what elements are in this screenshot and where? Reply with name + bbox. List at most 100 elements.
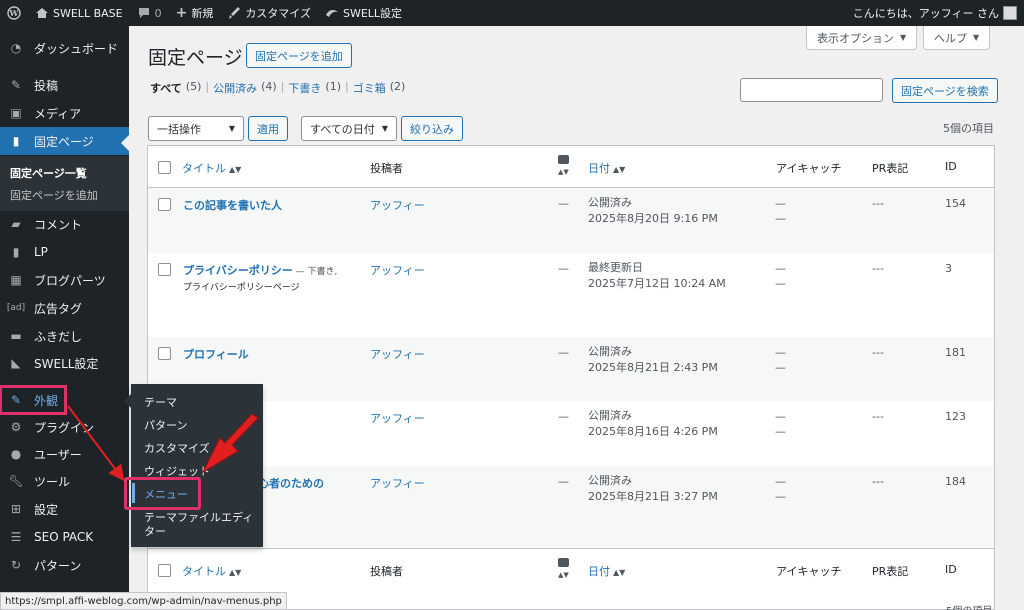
sidebar-item-label: SEO PACK [34,530,94,544]
filter-all[interactable]: すべて [150,80,182,96]
sidebar-item-label: ダッシュボード [34,41,119,56]
search-input[interactable] [740,78,883,102]
sidebar-item-plugins[interactable]: ⚙ プラグイン [0,413,129,441]
filter-draft[interactable]: 下書き [288,80,321,96]
submenu-add-page[interactable]: 固定ページを追加 [10,187,98,203]
submenu-all-pages[interactable]: 固定ページ一覧 [10,165,87,181]
row-author-link[interactable]: アッフィー [370,262,425,278]
search-pages-button[interactable]: 固定ページを検索 [892,78,998,103]
sidebar-item-seo-pack[interactable]: ☰ SEO PACK [0,523,129,551]
site-name-link[interactable]: SWELL BASE [28,0,130,26]
flyout-item-customize[interactable]: カスタマイズ [144,440,210,456]
sidebar-item-label: ブログパーツ [34,273,106,288]
sidebar-item-dashboard[interactable]: ◔ ダッシュボード [0,34,129,62]
row-title-link[interactable]: プライバシーポリシー — 下書き, [183,262,337,278]
caret-down-icon: ▼ [900,33,907,42]
help-button[interactable]: ヘルプ ▼ [923,26,991,50]
row-pr: --- [872,262,884,275]
new-content-link[interactable]: + 新規 [169,0,221,26]
row-title-link[interactable]: プロフィール [183,346,249,362]
row-comments: — [558,262,569,275]
sidebar-item-ad-tags[interactable]: [ad] 広告タグ [0,294,129,322]
row-checkbox[interactable] [158,347,171,360]
menu-highlight-box [124,477,201,510]
column-date-label: 日付 [588,162,610,175]
column-title-footer[interactable]: タイトル ▲▼ [182,563,241,579]
sidebar-item-swell-settings[interactable]: ◣ SWELL設定 [0,349,129,377]
filter-trash[interactable]: ゴミ箱 [353,80,386,96]
media-icon: ▣ [10,106,22,120]
select-all-checkbox-footer[interactable] [158,564,171,577]
sidebar-item-pages[interactable]: ▮ 固定ページ [0,127,129,155]
row-author-link[interactable]: アッフィー [370,197,425,213]
column-date-header[interactable]: 日付 ▲▼ [588,160,625,176]
column-date-footer[interactable]: 日付 ▲▼ [588,563,625,579]
row-eyecatch-2: — [775,425,786,438]
filter-published[interactable]: 公開済み [213,80,257,96]
filter-published-count: (4) [261,80,277,93]
row-author-link[interactable]: アッフィー [370,410,425,426]
sidebar-item-appearance[interactable]: ✎ 外観 [0,385,67,415]
row-author-link[interactable]: アッフィー [370,475,425,491]
table-row: プライバシーポリシー — 下書き, プライバシーポリシーページ アッフィー — … [148,253,994,337]
sidebar-item-label: コメント [34,217,83,232]
row-title-link[interactable]: 心者のための [258,475,324,491]
pages-table: タイトル ▲▼ 投稿者 ▲▼ 日付 ▲▼ アイキャッチ PR表記 ID この記事を書… [147,145,995,610]
select-all-checkbox[interactable] [158,161,171,174]
flyout-item-themes[interactable]: テーマ [144,394,177,410]
swell-settings-link[interactable]: SWELL設定 [318,0,409,26]
sidebar-item-label: 外観 [34,393,59,408]
comments-link[interactable]: 0 [130,0,169,26]
sidebar-item-blog-parts[interactable]: ▦ ブログパーツ [0,266,129,294]
row-eyecatch: — [775,346,786,359]
sidebar-item-label: ふきだし [34,329,83,344]
comments-column-icon[interactable] [558,558,569,567]
add-new-page-button[interactable]: 固定ページを追加 [246,43,352,68]
wrench-icon: 🔧︎ [8,474,24,488]
sidebar-item-balloons[interactable]: ▬ ふきだし [0,322,129,350]
sidebar-item-patterns[interactable]: ↻ パターン [0,551,129,579]
row-pr: --- [872,475,884,488]
sidebar-item-posts[interactable]: ✎ 投稿 [0,71,129,99]
filter-trash-count: (2) [389,80,406,93]
svg-text:W: W [9,8,20,18]
flyout-pointer [124,394,131,408]
flyout-item-theme-editor-cont: ター [144,525,166,538]
filter-button[interactable]: 絞り込み [401,116,463,141]
sidebar-item-label: 広告タグ [34,301,83,316]
column-title-header[interactable]: タイトル ▲▼ [182,160,241,176]
pattern-icon: ↻ [10,558,22,572]
sidebar-item-users[interactable]: ● ユーザー [0,440,129,468]
site-name: SWELL BASE [53,6,123,20]
row-checkbox[interactable] [158,263,171,276]
row-checkbox[interactable] [158,198,171,211]
comments-column-icon[interactable] [558,155,569,164]
customize-link[interactable]: カスタマイズ [220,0,318,26]
sidebar-item-comments[interactable]: ▰ コメント [0,210,129,238]
chevron-down-icon: ▼ [228,124,235,133]
swell-icon: ◣ [11,356,21,370]
sidebar-item-settings[interactable]: ⊞ 設定 [0,495,129,523]
sidebar-item-lp[interactable]: ▮ LP [0,238,129,266]
row-pr: --- [872,410,884,423]
screen-options-button[interactable]: 表示オプション ▼ [806,26,918,50]
sort-icon: ▲▼ [558,571,569,579]
column-id-footer: ID [945,563,957,576]
flyout-item-patterns[interactable]: パターン [144,417,187,433]
bulk-action-select[interactable]: 一括操作 ▼ [148,116,244,141]
sidebar-item-tools[interactable]: 🔧︎ ツール [0,467,129,495]
customize-label: カスタマイズ [245,7,311,20]
column-id-header: ID [945,160,957,173]
row-author-link[interactable]: アッフィー [370,346,425,362]
sidebar-item-media[interactable]: ▣ メディア [0,99,129,127]
column-eyecatch-header: アイキャッチ [776,162,842,175]
my-account-link[interactable]: こんにちは、アッフィー さん [846,0,1024,26]
date-filter-select[interactable]: すべての日付 ▼ [301,116,397,141]
swell-settings-label: SWELL設定 [342,7,403,20]
row-date: 2025年8月21日 2:43 PM [588,361,718,374]
row-title-link[interactable]: この記事を書いた人 [183,197,282,213]
row-status: 公開済み [588,409,632,422]
sort-icon: ▲▼ [229,568,242,577]
apply-button[interactable]: 適用 [248,116,288,141]
wordpress-logo-button[interactable]: W [0,0,28,26]
